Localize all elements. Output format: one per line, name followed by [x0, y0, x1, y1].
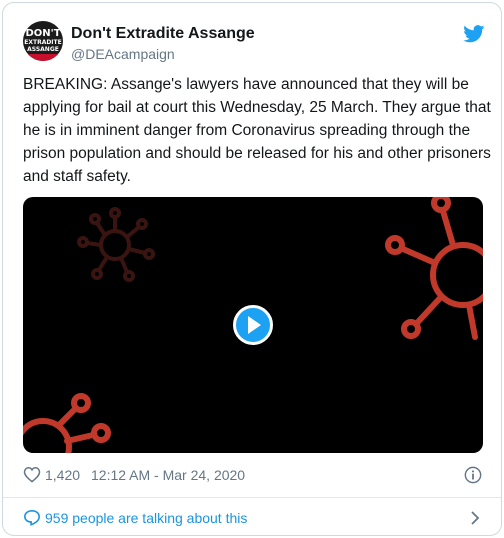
display-name[interactable]: Don't Extradite Assange — [71, 25, 255, 43]
tweet-card[interactable]: DON'T EXTRADITE ASSANGE Don't Extradite … — [2, 2, 502, 536]
avatar[interactable]: DON'T EXTRADITE ASSANGE — [23, 21, 63, 61]
heart-icon[interactable] — [23, 466, 41, 483]
chevron-right-icon[interactable] — [469, 510, 481, 526]
divider — [3, 497, 501, 498]
like-count[interactable]: 1,420 — [45, 467, 80, 483]
conversation-link[interactable]: 959 people are talking about this — [23, 507, 483, 529]
speech-bubble-icon — [24, 509, 40, 526]
avatar-text-line3: ASSANGE — [27, 46, 59, 53]
avatar-text-line1: DON'T — [25, 28, 61, 39]
info-icon[interactable] — [464, 466, 482, 484]
video-player[interactable] — [23, 197, 483, 453]
twitter-bird-icon[interactable] — [463, 25, 485, 43]
play-icon — [248, 316, 261, 334]
account-handle[interactable]: @DEAcampaign — [71, 46, 175, 62]
tweet-meta: 1,420 12:12 AM - Mar 24, 2020 — [23, 465, 483, 485]
play-button[interactable] — [233, 305, 273, 345]
tweet-timestamp[interactable]: 12:12 AM - Mar 24, 2020 — [91, 467, 245, 483]
tweet-text: BREAKING: Assange's lawyers have announc… — [23, 76, 491, 185]
avatar-ribbon — [23, 54, 63, 61]
conversation-label[interactable]: 959 people are talking about this — [45, 510, 247, 526]
